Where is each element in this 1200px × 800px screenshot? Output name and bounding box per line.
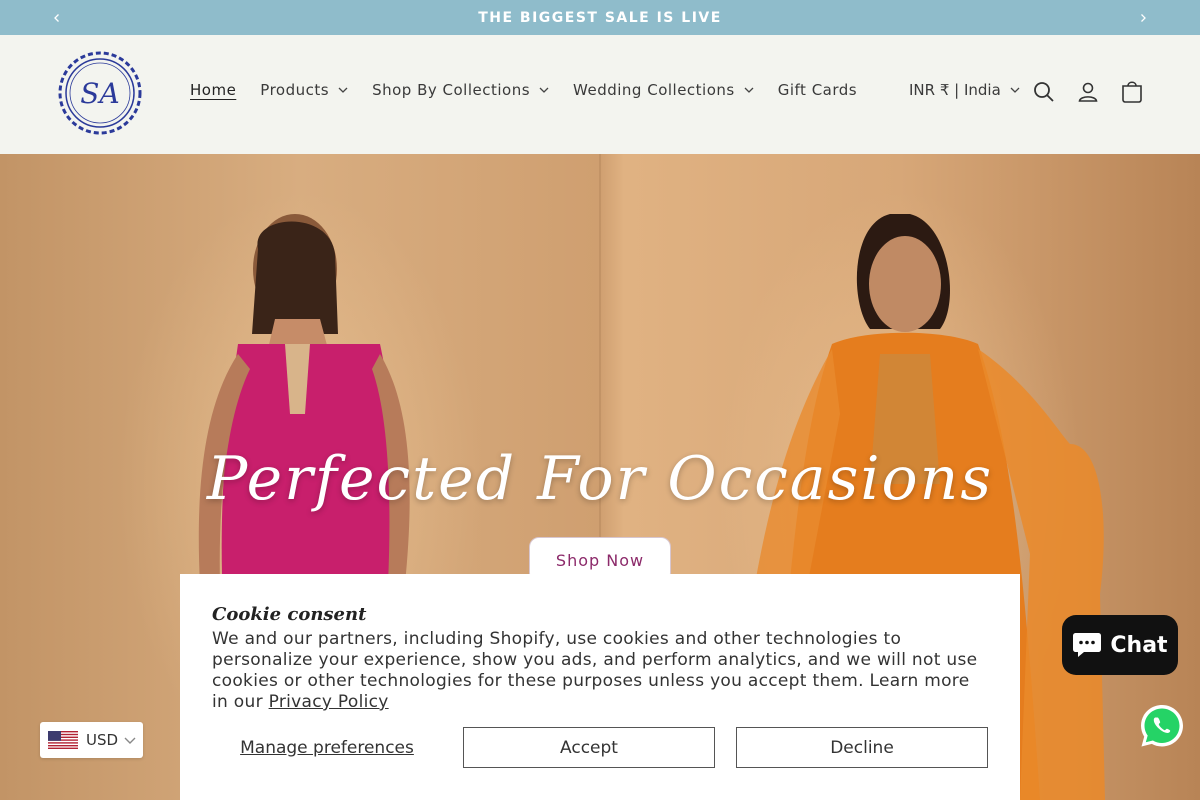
site-header: SA Home Products Shop By Collections Wed… [0, 35, 1200, 154]
chevron-down-icon [539, 87, 549, 93]
currency-code: USD [86, 731, 119, 749]
cookie-body: We and our partners, including Shopify, … [212, 629, 988, 713]
country-selector[interactable]: INR ₹ | India [909, 81, 1020, 99]
chevron-left-icon [54, 13, 59, 22]
announcement-next-button[interactable] [1128, 0, 1158, 35]
chevron-right-icon [1141, 13, 1146, 22]
main-nav: Home Products Shop By Collections Weddin… [190, 81, 881, 99]
whatsapp-icon [1141, 705, 1183, 747]
nav-home-label: Home [190, 81, 237, 99]
hero-title: Perfected For Occasions [206, 444, 994, 514]
currency-selector[interactable]: USD [40, 722, 143, 758]
chat-button[interactable]: Chat [1062, 615, 1178, 675]
chat-bubble-icon [1073, 633, 1102, 657]
search-icon [1034, 82, 1054, 102]
announcement-text[interactable]: THE BIGGEST SALE IS LIVE [478, 10, 722, 26]
cookie-title: Cookie consent [212, 604, 367, 625]
nav-products[interactable]: Products [260, 81, 348, 99]
account-button[interactable] [1076, 80, 1100, 104]
nav-shop-by-collections[interactable]: Shop By Collections [372, 81, 549, 99]
cart-icon [1122, 81, 1142, 103]
chat-label: Chat [1110, 632, 1168, 658]
cookie-actions: Manage preferences Accept Decline [212, 727, 988, 768]
us-flag-icon [48, 731, 78, 749]
logo-text: SA [80, 77, 119, 110]
chevron-down-icon [338, 87, 348, 93]
nav-wedding-collections-label: Wedding Collections [573, 81, 735, 99]
manage-preferences-button[interactable]: Manage preferences [212, 727, 442, 768]
announcement-prev-button[interactable] [42, 0, 72, 35]
nav-products-label: Products [260, 81, 330, 99]
decline-button[interactable]: Decline [736, 727, 988, 768]
accept-button[interactable]: Accept [463, 727, 715, 768]
chevron-down-icon [124, 737, 136, 744]
chevron-down-icon [1010, 87, 1020, 93]
whatsapp-button[interactable] [1138, 702, 1186, 750]
account-icon [1078, 82, 1098, 102]
announcement-bar: THE BIGGEST SALE IS LIVE [0, 0, 1200, 35]
cookie-consent-banner: Cookie consent We and our partners, incl… [180, 574, 1020, 800]
cart-button[interactable] [1120, 80, 1144, 104]
nav-gift-cards[interactable]: Gift Cards [778, 81, 857, 99]
nav-home[interactable]: Home [190, 81, 236, 99]
privacy-policy-link[interactable]: Privacy Policy [269, 692, 389, 712]
nav-wedding-collections[interactable]: Wedding Collections [573, 81, 754, 99]
chevron-down-icon [744, 87, 754, 93]
logo-emblem-icon: SA [58, 51, 142, 135]
nav-gift-cards-label: Gift Cards [777, 81, 858, 99]
search-button[interactable] [1032, 80, 1056, 104]
site-logo[interactable]: SA [56, 49, 144, 137]
country-selector-label: INR ₹ | India [909, 81, 1001, 99]
nav-shop-by-collections-label: Shop By Collections [372, 81, 531, 99]
